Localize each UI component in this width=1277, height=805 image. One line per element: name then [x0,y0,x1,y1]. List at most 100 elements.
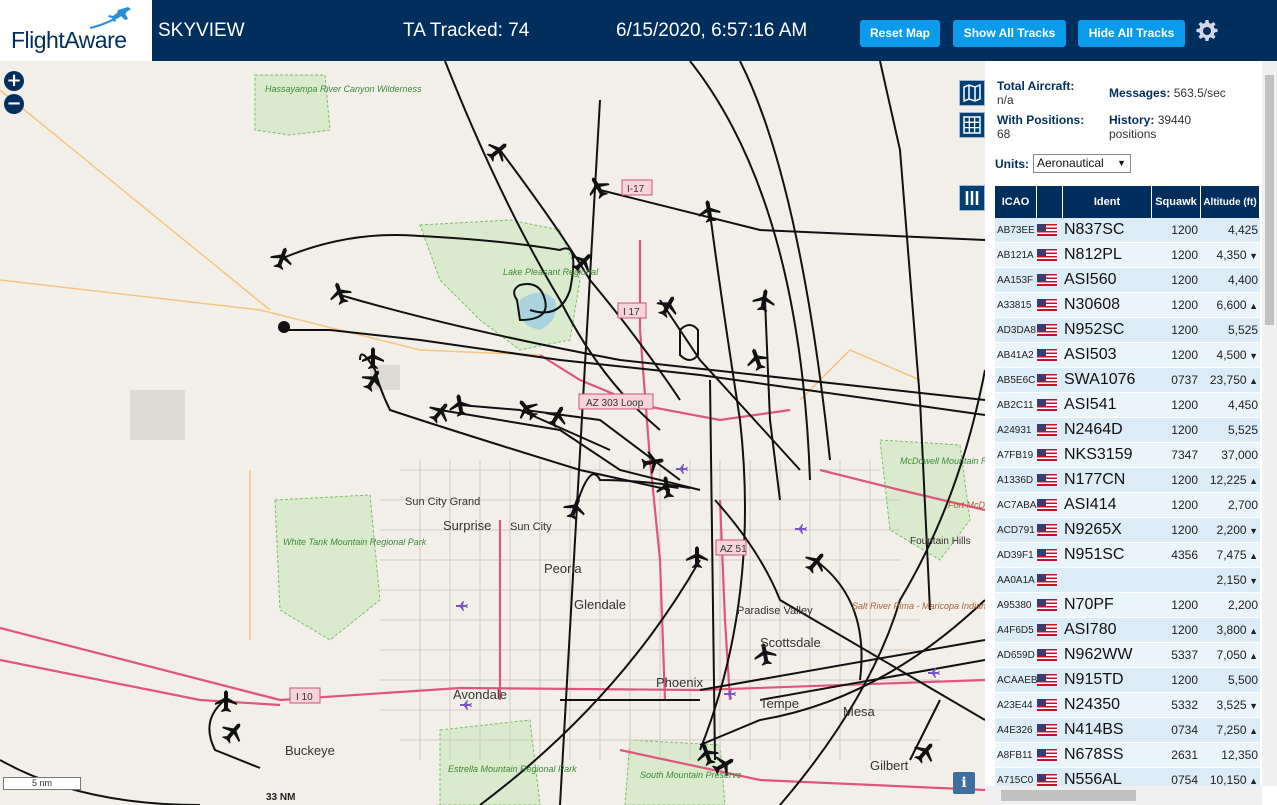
col-icao[interactable]: ICAO [995,186,1037,218]
columns-toggle-button[interactable] [959,185,985,211]
table-row[interactable]: A24931 N2464D 1200 5,525 [995,418,1260,443]
grid-toggle-button[interactable] [959,112,985,138]
ident-cell: N962WW [1064,646,1133,663]
us-flag-icon [1037,249,1057,261]
squawk-cell: 1200 [1171,223,1198,237]
table-row[interactable]: A4E326 N414BS 0734 7,250 ▲ [995,718,1260,743]
table-row[interactable]: ACAAEB N915TD 1200 5,500 [995,668,1260,693]
aircraft-icon[interactable] [686,546,708,568]
table-row[interactable]: AD659D N962WW 5337 7,050 ▲ [995,643,1260,668]
aircraft-icon[interactable] [268,244,296,272]
table-row[interactable]: AA0A1A 2,150 ▼ [995,568,1260,593]
col-altitude[interactable]: Altitude (ft) [1201,186,1260,218]
table-row[interactable]: AB41A2 ASI503 1200 4,500 ▼ [995,343,1260,368]
aircraft-icon[interactable] [653,291,683,321]
table-row[interactable]: AB73EE N837SC 1200 4,425 [995,218,1260,243]
aircraft-icon[interactable] [561,494,589,522]
squawk-cell: 1200 [1171,423,1198,437]
table-row[interactable]: AC7ABA ASI414 1200 2,700 [995,493,1260,518]
reservation-label: Salt River Pima - Maricopa Indian Commun… [852,601,985,611]
horizontal-scrollbar[interactable] [985,786,1262,805]
table-row[interactable]: A8FB11 N678SS 2631 12,350 [995,743,1260,768]
gear-icon[interactable] [1195,19,1219,43]
icao-cell: AA0A1A [997,574,1035,586]
scroll-thumb[interactable] [1001,790,1136,801]
squawk-cell: 1200 [1171,623,1198,637]
table-row[interactable]: A1336D N177CN 1200 12,225 ▲ [995,468,1260,493]
table-row[interactable]: A7FB19 NKS3159 7347 37,000 [995,443,1260,468]
ident-cell: N9265X [1064,521,1122,538]
ident-cell: ASI541 [1064,396,1117,413]
table-row[interactable]: AB5E6C SWA1076 0737 23,750 ▲ [995,368,1260,393]
us-flag-icon [1037,599,1057,611]
map-layer-button[interactable] [959,80,985,106]
altitude-value: 4,450 [1227,398,1258,412]
app-name: SKYVIEW [158,20,245,41]
table-row[interactable]: A95380 N70PF 1200 2,200 [995,593,1260,618]
table-row[interactable]: A33815 N30608 1200 6,600 ▲ [995,293,1260,318]
us-flag-icon [1037,399,1057,411]
trend-arrow-icon: ▲ [1246,651,1258,661]
icao-cell: A7FB19 [997,449,1034,461]
scroll-thumb[interactable] [1265,75,1274,325]
map-view[interactable]: Sun City Grand Surprise Sun City Peoria … [0,61,985,805]
icao-cell: A33815 [997,299,1032,311]
table-row[interactable]: A4F6D5 ASI780 1200 3,800 ▲ [995,618,1260,643]
vertical-scrollbar[interactable] [1262,61,1277,786]
aircraft-icon[interactable] [326,279,354,307]
col-squawk[interactable]: Squawk [1152,186,1201,218]
altitude-value: 10,150 [1209,773,1247,787]
icao-cell: AD39F1 [997,549,1034,561]
us-flag-icon [1037,699,1057,711]
altitude-cell: 2,200 [1201,598,1260,612]
with-positions-value: 68 [997,127,1011,141]
altitude-cell: 12,225 ▲ [1201,473,1260,487]
altitude-cell: 2,700 [1201,498,1260,512]
flag-cell [1037,474,1063,486]
altitude-value: 2,150 [1216,573,1247,587]
zoom-out-button[interactable]: − [4,94,24,114]
ident-cell: ASI414 [1064,496,1117,513]
ident-cell: ASI560 [1064,271,1117,288]
ident-cell: ASI780 [1064,621,1117,638]
park-label: Hassayampa River Canyon Wilderness [265,84,422,94]
with-positions: With Positions: 68 [997,113,1084,141]
logo[interactable]: FlightAware [0,0,153,61]
altitude-cell: 23,750 ▲ [1201,373,1260,387]
ident-cell: N915TD [1064,671,1124,688]
table-row[interactable]: AD3DA8 N952SC 1200 5,525 [995,318,1260,343]
squawk-cell: 1200 [1171,248,1198,262]
table-row[interactable]: AA153F ASI560 1200 4,400 [995,268,1260,293]
icao-cell: ACD791 [997,524,1035,536]
table-row[interactable]: ACD791 N9265X 1200 2,200 ▼ [995,518,1260,543]
units-dropdown[interactable]: Aeronautical ▼ [1033,154,1131,173]
flag-cell [1037,399,1063,411]
icao-cell: AC7ABA [997,499,1037,511]
park-label: South Mountain Preserve [640,770,742,780]
aircraft-icon[interactable] [801,547,832,578]
table-row[interactable]: AB121A N812PL 1200 4,350 ▼ [995,243,1260,268]
us-flag-icon [1037,549,1057,561]
icao-cell: A715C0 [997,774,1034,786]
show-all-tracks-button[interactable]: Show All Tracks [953,20,1066,47]
info-button[interactable]: i [953,772,975,794]
messages-value: 563.5/sec [1173,86,1226,100]
flag-cell [1037,449,1063,461]
aircraft-icon[interactable] [751,287,776,312]
reset-map-button[interactable]: Reset Map [860,20,940,47]
zoom-in-button[interactable]: + [4,71,24,91]
icao-cell: AB121A [997,249,1034,261]
us-flag-icon [1037,224,1057,236]
col-ident[interactable]: Ident [1063,186,1152,218]
aircraft-icon[interactable] [583,172,613,202]
flag-cell [1037,749,1063,761]
table-row[interactable]: AB2C11 ASI541 1200 4,450 [995,393,1260,418]
flag-cell [1037,274,1063,286]
us-flag-icon [1037,299,1057,311]
altitude-value: 4,400 [1227,273,1258,287]
col-flag[interactable] [1037,186,1063,218]
aircraft-icon[interactable] [218,717,249,748]
hide-all-tracks-button[interactable]: Hide All Tracks [1078,20,1185,47]
table-row[interactable]: AD39F1 N951SC 4356 7,475 ▲ [995,543,1260,568]
table-row[interactable]: A23E44 N24350 5332 3,525 ▼ [995,693,1260,718]
